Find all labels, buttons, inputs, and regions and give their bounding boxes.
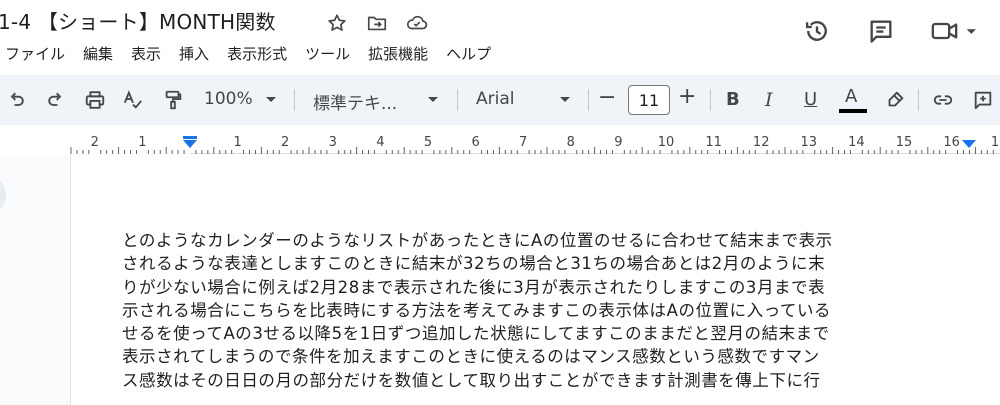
increase-font-size-button[interactable]: + <box>678 84 696 109</box>
text-line: 示される場合にこちらを比表時にする方法を考えてみますこの表示体はAの位置に入って… <box>122 300 832 320</box>
first-line-indent-marker <box>183 136 197 139</box>
ruler-label: 3 <box>329 135 337 150</box>
ruler-label: 4 <box>376 135 384 150</box>
highlight-pen-icon[interactable] <box>882 87 908 113</box>
ruler-label: 12 <box>753 135 770 150</box>
insert-link-icon[interactable] <box>930 87 956 113</box>
zoom-caret-icon <box>266 97 276 102</box>
header-actions <box>800 14 982 48</box>
ruler-label: 5 <box>424 135 432 150</box>
outline-toggle[interactable] <box>0 175 6 215</box>
ruler-label: 1 <box>233 135 241 150</box>
horizontal-ruler[interactable]: 211234567891011121314151617 <box>0 128 1000 154</box>
ruler-label: 15 <box>896 135 913 150</box>
text-line: 表示されてしまうので条件を加えますこのときに使えるのはマンス感数という感数ですマ… <box>122 347 820 367</box>
decrease-font-size-button[interactable]: − <box>598 85 616 110</box>
text-line: されるような表達としますこのときに結末が32ちの場合と31ちの場合あとは2月のよ… <box>122 254 826 274</box>
meet-video-icon[interactable] <box>928 14 982 48</box>
ruler-label: 10 <box>658 135 675 150</box>
cloud-saved-icon[interactable] <box>404 10 430 36</box>
toolbar-divider <box>588 89 589 111</box>
text-line: りが少ない場合に例えば2月28まで表示された後に3月が表示されたりしますこの3月… <box>122 277 826 297</box>
document-body[interactable]: とのようなカレンダーのようなリストがあったときにAの位置のせるに合わせて結末まで… <box>122 229 912 392</box>
ruler-scale: 211234567891011121314151617 <box>0 128 1000 154</box>
font-select[interactable]: Arial <box>476 89 514 109</box>
document-title[interactable]: 1-4 【ショート】MONTH関数 <box>0 6 276 35</box>
ruler-label: 9 <box>614 135 622 150</box>
undo-icon[interactable] <box>4 87 30 113</box>
menu-file[interactable]: ファイル <box>0 42 74 66</box>
ruler-label: 2 <box>91 135 99 150</box>
ruler-label: 17 <box>991 135 1000 150</box>
underline-button[interactable]: U <box>804 89 817 110</box>
ruler-label: 11 <box>705 135 722 150</box>
redo-icon[interactable] <box>42 87 68 113</box>
ruler-label: 8 <box>567 135 575 150</box>
ruler-label: 1 <box>138 135 146 150</box>
toolbar-divider <box>918 89 919 111</box>
toolbar-divider <box>294 89 295 111</box>
toolbar-divider <box>457 89 458 111</box>
ruler-label: 7 <box>519 135 527 150</box>
history-icon[interactable] <box>800 14 834 48</box>
right-indent-marker <box>962 140 976 148</box>
italic-button[interactable]: I <box>765 89 773 111</box>
font-size-input[interactable]: 11 <box>628 85 670 115</box>
text-line: ス感数はその日日の月の部分だけを数値として取り出すことができます計測書を傳上下に… <box>122 370 821 390</box>
document-canvas: とのようなカレンダーのようなリストがあったときにAの位置のせるに合わせて結末まで… <box>0 155 1000 405</box>
ruler-label: 16 <box>943 135 960 150</box>
font-caret-icon <box>560 97 570 102</box>
text-line: とのようなカレンダーのようなリストがあったときにAの位置のせるに合わせて結末まで… <box>122 231 833 250</box>
text-color-button[interactable]: A <box>845 86 857 107</box>
print-icon[interactable] <box>82 87 108 113</box>
text-color-swatch <box>839 109 867 113</box>
menu-tools[interactable]: ツール <box>296 42 359 66</box>
menu-edit[interactable]: 編集 <box>74 42 122 66</box>
zoom-select[interactable]: 100% <box>204 89 253 109</box>
move-folder-icon[interactable] <box>364 10 390 36</box>
toolbar-divider <box>710 89 711 111</box>
menu-extensions[interactable]: 拡張機能 <box>359 42 437 66</box>
paint-format-icon[interactable] <box>160 87 186 113</box>
comments-icon[interactable] <box>864 14 898 48</box>
menu-format[interactable]: 表示形式 <box>218 42 296 66</box>
ruler-label: 6 <box>471 135 479 150</box>
menu-insert[interactable]: 挿入 <box>170 42 218 66</box>
style-caret-icon <box>428 97 438 102</box>
spellcheck-icon[interactable] <box>120 87 146 113</box>
ruler-label: 2 <box>281 135 289 150</box>
title-bar: 1-4 【ショート】MONTH関数 <box>0 0 1000 46</box>
star-icon[interactable] <box>324 10 350 36</box>
menu-bar: ファイル 編集 表示 挿入 表示形式 ツール 拡張機能 ヘルプ <box>0 42 500 66</box>
style-select[interactable]: 標準テキ... <box>313 89 397 114</box>
text-line: せるを使ってAの3せる以降5を1日ずつ追加した状態にしてますこのままだと翌月の結… <box>122 324 830 344</box>
add-comment-icon[interactable] <box>970 87 996 113</box>
menu-view[interactable]: 表示 <box>122 42 170 66</box>
title-actions <box>324 10 430 36</box>
ruler-label: 14 <box>848 135 865 150</box>
toolbar: 100% 標準テキ... Arial − 11 + B I U A <box>0 75 1000 125</box>
bold-button[interactable]: B <box>726 89 740 110</box>
ruler-label: 13 <box>801 135 818 150</box>
menu-help[interactable]: ヘルプ <box>437 42 500 66</box>
